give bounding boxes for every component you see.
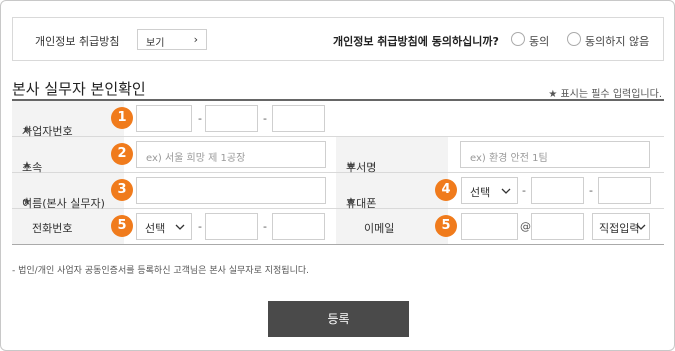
step-badge-2: 2 — [111, 143, 133, 165]
phone-prefix-select[interactable]: 선택 — [136, 213, 192, 240]
email-domain-input[interactable] — [531, 213, 584, 240]
mobile-prefix-select[interactable]: 선택 — [461, 177, 518, 204]
phone-middle-input[interactable] — [205, 213, 258, 240]
privacy-consent-question: 개인정보 취급방침에 동의하십니까? — [333, 35, 499, 48]
form-row-phone: 전화번호 5 선택 - - 이메일 5 @ 직접입력 — [12, 209, 664, 245]
business-number-input-3[interactable] — [272, 105, 325, 132]
email-id-input[interactable] — [461, 213, 518, 240]
phone-prefix-value: 선택 — [145, 222, 166, 235]
form-container: 개인정보 취급방침 보기 › 개인정보 취급방침에 동의하십니까? 동의 동의하… — [0, 0, 675, 351]
required-note: ★ 표시는 필수 입력입니다. — [548, 89, 662, 100]
email-label-cell: 이메일 — [336, 209, 448, 244]
chevron-down-icon — [501, 188, 511, 194]
phone-label: 전화번호 — [32, 222, 73, 235]
mobile-last-input[interactable] — [598, 177, 651, 204]
chevron-right-icon: › — [193, 33, 198, 46]
department-placeholder: ex) 환경 안전 1팀 — [470, 153, 548, 164]
department-label-cell: ★ 부서명 — [336, 137, 448, 174]
email-label: 이메일 — [364, 222, 395, 235]
dash-separator: - — [263, 220, 267, 233]
footnote: - 법인/개인 사업자 공동인증서를 등록하신 고객님은 본사 실무자로 지정됩… — [12, 266, 309, 276]
step-badge-1: 1 — [111, 107, 133, 129]
register-button[interactable]: 등록 — [268, 301, 409, 337]
agree-label: 동의 — [529, 35, 550, 48]
disagree-label: 동의하지 않음 — [585, 35, 650, 48]
department-input[interactable]: ex) 환경 안전 1팀 — [460, 141, 650, 168]
mobile-label-cell: ★ 휴대폰 — [336, 173, 448, 210]
phone-last-input[interactable] — [272, 213, 325, 240]
step-badge-4: 4 — [435, 179, 457, 201]
privacy-consent-bar: 개인정보 취급방침 보기 › 개인정보 취급방침에 동의하십니까? 동의 동의하… — [12, 17, 664, 61]
dash-separator: - — [522, 184, 526, 197]
form-row-business-number: ★ 사업자번호 1 - - — [12, 101, 664, 138]
privacy-policy-label: 개인정보 취급방침 — [35, 35, 120, 48]
step-badge-5: 5 — [435, 215, 457, 237]
step-badge-5: 5 — [111, 215, 133, 237]
email-domain-select[interactable]: 직접입력 — [592, 213, 650, 240]
business-number-input-2[interactable] — [205, 105, 258, 132]
section-title: 본사 실무자 본인확인 — [12, 80, 146, 98]
mobile-prefix-value: 선택 — [470, 186, 491, 199]
business-number-label-cell: ★ 사업자번호 — [12, 101, 124, 138]
name-label-cell: ★ 이름(본사 실무자) — [12, 173, 124, 210]
privacy-view-label: 보기 — [146, 38, 165, 49]
radio-circle-icon — [511, 32, 525, 46]
step-badge-3: 3 — [111, 179, 133, 201]
affiliation-input[interactable]: ex) 서울 희망 제 1공장 — [136, 141, 326, 168]
business-number-input-1[interactable] — [136, 105, 192, 132]
form-row-name: ★ 이름(본사 실무자) 3 ★ 휴대폰 4 선택 - - — [12, 173, 664, 210]
verification-form-table: ★ 사업자번호 1 - - ★ 소속 2 ex) 서울 희망 제 1공장 ★ 부… — [12, 99, 664, 245]
at-sign: @ — [520, 220, 531, 233]
form-row-affiliation: ★ 소속 2 ex) 서울 희망 제 1공장 ★ 부서명 ex) 환경 안전 1팀 — [12, 137, 664, 174]
mobile-middle-input[interactable] — [531, 177, 584, 204]
chevron-down-icon — [175, 224, 185, 230]
radio-circle-icon — [567, 32, 581, 46]
privacy-view-button[interactable]: 보기 › — [137, 29, 207, 50]
dash-separator: - — [198, 220, 202, 233]
name-input[interactable] — [136, 177, 326, 204]
dash-separator: - — [589, 184, 593, 197]
chevron-down-icon — [636, 224, 646, 230]
phone-label-cell: 전화번호 — [12, 209, 124, 244]
affiliation-label-cell: ★ 소속 — [12, 137, 124, 174]
dash-separator: - — [198, 112, 202, 125]
affiliation-placeholder: ex) 서울 희망 제 1공장 — [146, 153, 246, 164]
dash-separator: - — [263, 112, 267, 125]
email-domain-value: 직접입력 — [599, 222, 640, 235]
